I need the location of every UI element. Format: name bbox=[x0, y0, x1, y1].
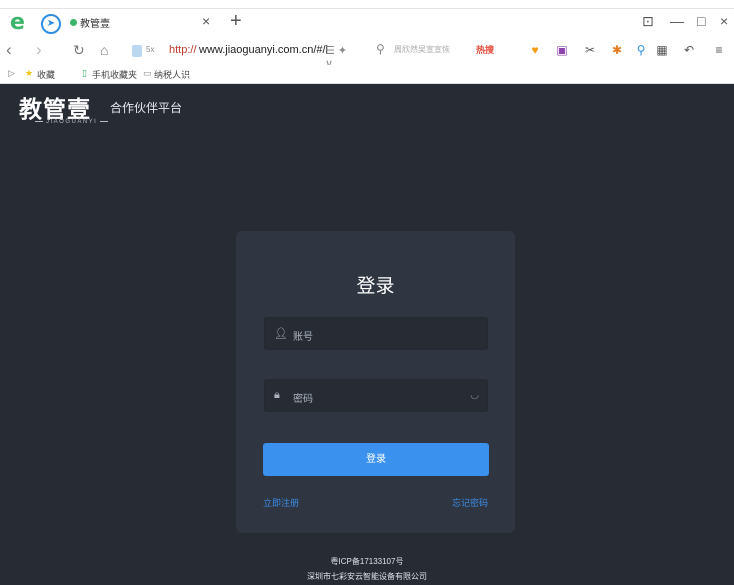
account-input[interactable]: 👤︎ 账号 bbox=[264, 317, 488, 350]
hidden-eye-icon[interactable]: ◡ bbox=[470, 390, 479, 401]
back-icon[interactable]: ‹ bbox=[6, 40, 12, 60]
tab-active[interactable]: 教管壹 × bbox=[66, 9, 226, 37]
title-bar: e ➤ 教管壹 × + ⊡ — □ × bbox=[0, 9, 734, 37]
magnifier-icon[interactable]: ⚲ bbox=[634, 43, 648, 57]
tab-title: 教管壹 bbox=[80, 19, 110, 30]
sidebar-toggle-icon[interactable]: ▷ bbox=[8, 68, 15, 79]
search-placeholder: 周欣然吴宣宣恢 bbox=[394, 45, 450, 54]
account-placeholder: 账号 bbox=[293, 332, 313, 343]
browser-window: e ➤ 教管壹 × + ⊡ — □ × ‹ › ↻ ⌂ 5x http:// w… bbox=[0, 0, 734, 585]
skin-icon[interactable]: ⊡ bbox=[642, 13, 654, 30]
password-input[interactable]: 🔒︎ 密码 ◡ bbox=[264, 379, 488, 412]
shield-extension-icon[interactable]: ♥ bbox=[528, 43, 542, 57]
menu-icon[interactable]: ≡ bbox=[712, 43, 726, 57]
hot-search-label[interactable]: 热搜 bbox=[476, 43, 494, 56]
forward-icon[interactable]: › bbox=[36, 40, 42, 60]
login-card: 登录 👤︎ 账号 🔒︎ 密码 ◡ 登录 立即注册 忘记密码 bbox=[236, 231, 515, 533]
favorites-item-bookmarks[interactable]: 收藏 bbox=[37, 68, 55, 81]
lock-icon: 🔒︎ bbox=[274, 389, 280, 401]
security-badge: 5x bbox=[146, 45, 155, 54]
extension-icon[interactable]: ▣ bbox=[555, 43, 569, 57]
minimize-button[interactable]: — bbox=[670, 13, 684, 29]
search-icon: ⚲ bbox=[376, 42, 385, 56]
browser-logo-icon[interactable]: e bbox=[10, 12, 32, 34]
scissors-icon[interactable]: ✂ bbox=[583, 43, 597, 57]
login-title: 登录 bbox=[356, 276, 395, 297]
compass-icon[interactable]: ➤ bbox=[41, 14, 61, 34]
address-bar[interactable]: 5x http:// www.jiaoguanyi.com.cn/#/l ☰ ✦… bbox=[127, 40, 355, 70]
icp-record[interactable]: 粤ICP备17133107号 bbox=[0, 556, 734, 567]
home-icon[interactable]: ⌂ bbox=[100, 42, 108, 58]
window-top-edge bbox=[0, 0, 734, 9]
reload-icon[interactable]: ↻ bbox=[73, 42, 85, 59]
star-icon: ★ bbox=[25, 68, 34, 78]
login-button[interactable]: 登录 bbox=[263, 443, 489, 476]
url-text[interactable]: www.jiaoguanyi.com.cn/#/l bbox=[199, 44, 328, 56]
shield-icon bbox=[132, 45, 142, 57]
company-name: 深圳市七彩安云智能设备有限公司 bbox=[307, 572, 427, 581]
register-link[interactable]: 立即注册 bbox=[263, 496, 299, 509]
password-placeholder: 密码 bbox=[293, 394, 313, 405]
favorites-item-taxpayer[interactable]: 纳税人识 bbox=[154, 68, 190, 81]
favicon-icon bbox=[70, 19, 77, 26]
favorites-bar: ▷ ★ 收藏 ▯ 手机收藏夹 ▭ 纳税人识 bbox=[0, 65, 734, 84]
favorites-item-mobile[interactable]: 手机收藏夹 bbox=[92, 68, 137, 81]
user-icon: 👤︎ bbox=[274, 328, 288, 340]
brand-tagline: 合作伙伴平台 bbox=[110, 101, 183, 115]
brand-pinyin: JIAOGUANYI bbox=[32, 119, 111, 125]
apps-grid-icon[interactable]: ▦ bbox=[655, 43, 669, 57]
search-box[interactable]: ⚲ 周欣然吴宣宣恢 热搜 bbox=[376, 41, 521, 61]
forgot-password-link[interactable]: 忘记密码 bbox=[452, 496, 488, 509]
close-window-button[interactable]: × bbox=[720, 13, 728, 29]
tab-close-icon[interactable]: × bbox=[202, 13, 210, 29]
mobile-icon: ▯ bbox=[82, 68, 87, 78]
page-icon: ▭ bbox=[143, 68, 152, 78]
new-tab-icon[interactable]: + bbox=[230, 10, 242, 33]
page-content: 教管壹 JIAOGUANYI 合作伙伴平台 登录 👤︎ 账号 🔒︎ 密码 ◡ 登… bbox=[0, 84, 734, 585]
game-icon[interactable]: ✱ bbox=[610, 43, 624, 57]
url-protocol: http:// bbox=[169, 44, 197, 56]
navigation-bar: ‹ › ↻ ⌂ 5x http:// www.jiaoguanyi.com.cn… bbox=[0, 37, 734, 70]
undo-icon[interactable]: ↶ bbox=[682, 43, 696, 57]
maximize-button[interactable]: □ bbox=[697, 13, 705, 29]
